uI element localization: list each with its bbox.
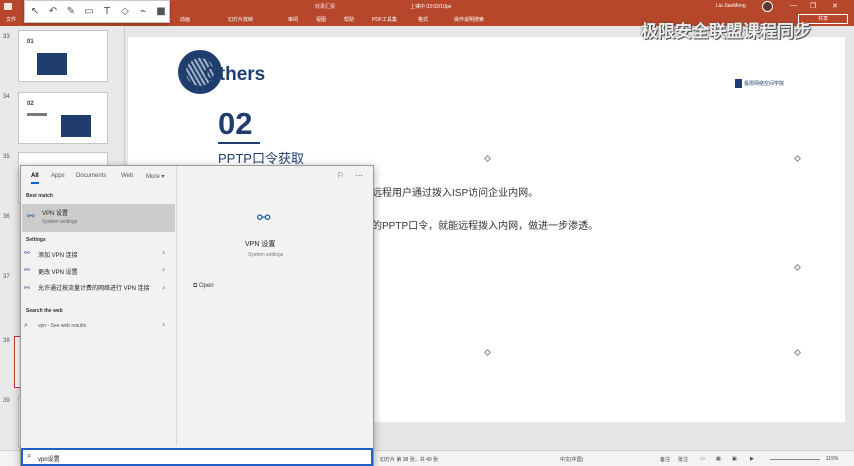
settings-item-label: 允许通过按流量计费的网络进行 VPN 连接 [38,286,150,292]
thumb-image [37,53,67,75]
more-options-icon[interactable]: ⋯ [355,171,363,180]
vpn-settings-icon: ⚯ [24,249,30,257]
web-header: Search the web [26,308,63,314]
vpn-settings-icon: ⚯ [24,266,30,274]
reading-view-icon[interactable]: ▣ [732,456,737,462]
tab-web[interactable]: Web [121,173,133,179]
watermark: 极限安全联盟课程同步 [641,22,811,41]
tab-apps[interactable]: Apps [51,173,65,179]
institute-logo-text: 极限网络空间学院 [744,80,785,87]
divider [176,166,177,446]
minimize-button[interactable]: — [790,2,797,9]
search-box[interactable]: ⌕ vpn设置 [21,448,373,466]
tab-slideshow[interactable]: 幻灯片放映 [228,16,253,23]
tab-all[interactable]: All [31,173,39,184]
pen-icon[interactable]: ✎ [65,6,77,18]
tab-help[interactable]: 帮助 [344,16,354,23]
tab-animations[interactable]: 动画 [180,16,190,23]
chevron-right-icon: › [162,248,166,257]
highlight-icon[interactable]: ⌁ [137,6,149,18]
search-popup: All Apps Documents Web More ▾ ⚐ ⋯ Best m… [20,165,374,466]
preview-title: VPN 设置 [245,241,276,248]
normal-view-icon[interactable]: ▭ [700,456,705,462]
notes-button[interactable]: 备注 [660,456,670,463]
chevron-right-icon: › [162,320,166,329]
thumb-label: 02 [27,101,34,107]
thumb-number: 33 [3,34,10,40]
tell-me-search[interactable]: 操作说明搜索 [454,16,484,23]
chevron-right-icon: › [162,283,166,292]
thumb-number: 34 [3,94,10,100]
heading-rule [218,142,260,144]
preview-subtitle: System settings [248,252,284,258]
institute-logo: 极限网络空间学院 [735,79,784,88]
best-match-header: Best match [26,193,53,199]
search-input[interactable]: vpn设置 [38,454,60,463]
zoom-level[interactable]: 115% [826,456,838,462]
slide-number-heading: 02 [218,106,253,141]
recording-status: 上课中 03:02/10pe [410,4,452,10]
tab-more[interactable]: More ▾ [146,173,164,180]
thumb-text [27,113,47,116]
tab-review[interactable]: 审阅 [288,16,298,23]
open-button[interactable]: ⧉ Open [193,283,214,290]
slide-count: 幻灯片 第 38 张，共 40 张 [380,457,439,463]
vpn-icon: ⚯ [27,212,35,222]
vpn-settings-icon: ⚯ [24,284,30,292]
tab-pdf-tools[interactable]: PDF工具集 [372,16,397,23]
text-icon[interactable]: T [101,6,113,18]
best-match-title: VPN 设置 [42,211,69,217]
undo-icon[interactable]: ↶ [47,6,59,18]
shield-icon [735,79,742,88]
thumb-number: 35 [3,154,10,160]
chevron-right-icon: › [162,265,166,274]
window-title: 收录汇报 [315,4,336,10]
search-icon: ⌕ [27,451,32,460]
sorter-view-icon[interactable]: ▦ [716,456,721,462]
settings-item-label: 更改 VPN 设置 [38,270,78,276]
best-match-item[interactable]: ⚯ VPN 设置 System settings [22,204,175,232]
best-match-subtitle: System settings [42,219,78,225]
annotation-toolbar: ↖ ↶ ✎ ▭ T ◇ ⌁ ■ [24,0,170,23]
settings-header: Settings [26,237,46,243]
user-name[interactable]: Liu JiaoMeng [716,3,746,9]
shape-icon[interactable]: ▭ [83,6,95,18]
tab-file[interactable]: 文件 [6,16,16,23]
slide-body-line-1: 远程用户通过拨入ISP访问企业内网。 [372,188,539,199]
thumb-number: 38 [3,338,10,344]
slide-body-line-2: 的PPTP口令，就能远程拨入内网，做进一步渗透。 [372,221,599,232]
thumb-image [61,115,91,137]
eraser-icon[interactable]: ◇ [119,6,131,18]
pointer-icon[interactable]: ↖ [29,6,41,18]
slideshow-view-icon[interactable]: ▶ [750,456,754,462]
language-indicator: 中文(中国) [560,457,584,463]
thumb-label: 01 [27,39,34,45]
open-label: Open [198,283,214,289]
maximize-button[interactable]: ❐ [810,2,816,10]
tab-documents[interactable]: Documents [76,173,106,179]
settings-item-label: 添加 VPN 连接 [38,253,78,259]
close-button[interactable]: ✕ [832,2,838,10]
tab-format[interactable]: 格式 [418,16,428,23]
vpn-preview-icon: ⚯ [257,208,271,227]
thumb-number: 39 [3,398,10,404]
avatar[interactable] [762,1,773,12]
autosave-icon[interactable] [4,3,12,10]
slide-thumbnail[interactable]: 02 [18,92,108,144]
search-icon: ⌕ [24,321,28,329]
thumb-number: 37 [3,274,10,280]
comments-button[interactable]: 批注 [678,456,688,463]
section-title: Others [204,64,266,85]
feedback-icon[interactable]: ⚐ [337,171,344,180]
web-result-label: vpn - See web results [38,323,87,329]
tab-view[interactable]: 视图 [316,16,326,23]
thumb-number: 36 [3,214,10,220]
slide-thumbnail[interactable]: 01 [18,30,108,82]
color-icon[interactable]: ■ [155,6,167,18]
best-match-text: VPN 设置 System settings [42,208,184,225]
zoom-slider[interactable] [770,459,820,460]
